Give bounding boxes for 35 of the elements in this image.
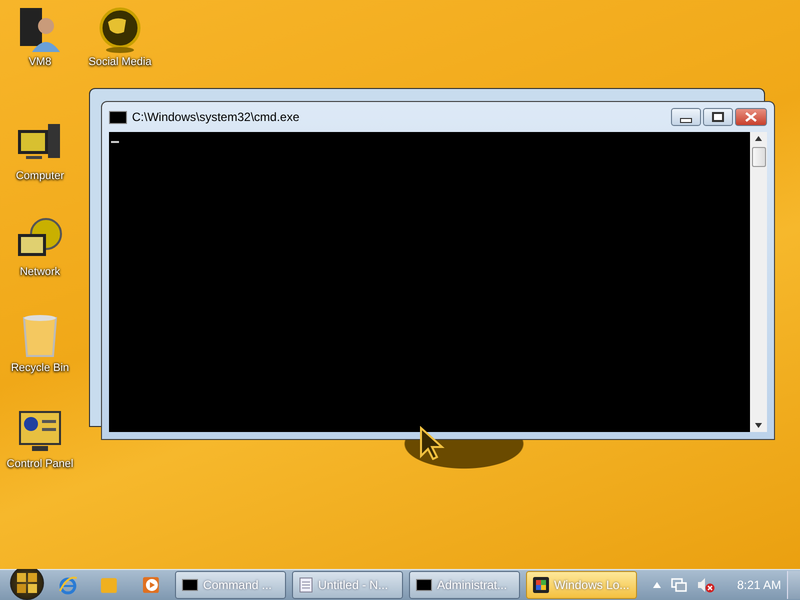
close-button[interactable] [735, 108, 767, 126]
console-icon [182, 579, 198, 591]
taskbar-button[interactable]: Untitled - N... [292, 571, 404, 599]
scroll-down-icon[interactable] [755, 423, 762, 428]
text-cursor [111, 141, 119, 143]
window-title: C:\Windows\system32\cmd.exe [132, 110, 300, 124]
desktop-shortcut[interactable]: Social Media [80, 6, 160, 68]
minimize-button[interactable] [671, 108, 701, 126]
maximize-button[interactable] [703, 108, 733, 126]
desktop-shortcut[interactable]: Computer [0, 120, 80, 182]
app-icon [533, 577, 550, 593]
close-icon [745, 112, 757, 122]
taskbar-button[interactable]: Command ... [175, 571, 286, 599]
show-hidden-icons-icon[interactable] [653, 582, 662, 588]
scroll-thumb[interactable] [752, 147, 766, 167]
desktop-shortcut[interactable]: Recycle Bin [0, 312, 80, 374]
muted-speaker-icon[interactable] [697, 577, 716, 593]
taskbar-button[interactable]: Administrat... [409, 571, 520, 599]
media-player-icon[interactable] [141, 575, 162, 595]
desktop-shortcut[interactable]: VM8 [0, 6, 80, 68]
vertical-scrollbar[interactable] [750, 132, 767, 432]
browser-icon[interactable] [58, 575, 78, 595]
network-status-icon[interactable] [671, 577, 688, 593]
mouse-pointer-icon [419, 426, 445, 460]
notepad-icon [299, 577, 314, 593]
desktop-shortcut[interactable]: Network [0, 216, 80, 278]
console-icon [416, 579, 432, 591]
start-button[interactable] [10, 566, 44, 600]
windows-logo-icon [16, 572, 38, 594]
taskbar-button[interactable]: Windows Lo... [526, 571, 638, 599]
scroll-up-icon[interactable] [755, 136, 762, 141]
desktop-shortcut[interactable]: Control Panel [0, 408, 80, 470]
show-desktop-button[interactable] [787, 571, 800, 599]
clock[interactable]: 8:21 AM [737, 578, 782, 592]
console-icon [109, 110, 127, 124]
